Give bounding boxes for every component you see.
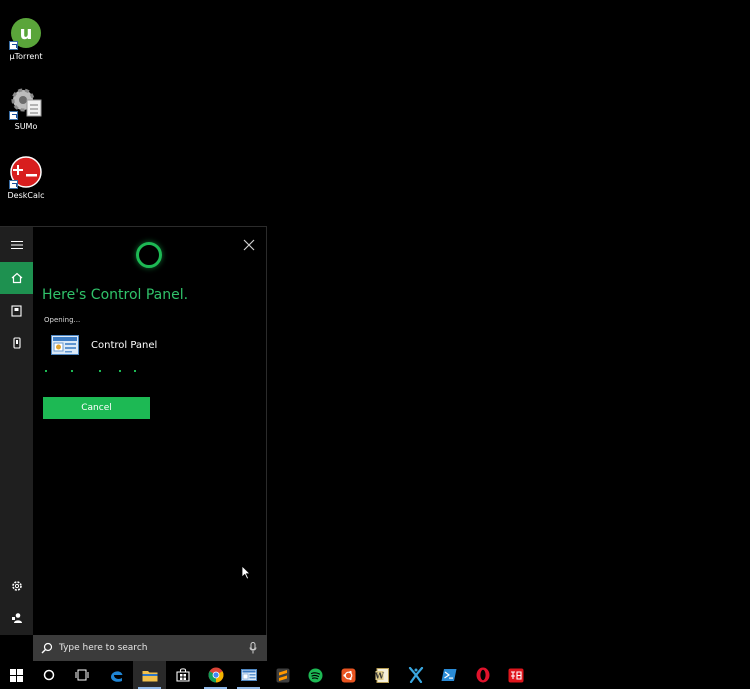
ubuntu-icon	[341, 668, 356, 682]
sumo-icon	[9, 86, 43, 120]
progress-dots	[45, 370, 155, 373]
control-panel-icon	[51, 335, 79, 355]
feedback-icon	[11, 613, 22, 623]
youdao-icon	[508, 668, 523, 682]
home-icon	[11, 272, 22, 284]
cortana-button[interactable]	[32, 661, 65, 689]
search-icon	[41, 642, 53, 654]
desktop-icon-label: SUMo	[14, 122, 38, 131]
edge-icon	[111, 670, 123, 682]
sublime-text-icon	[276, 668, 289, 682]
search-box[interactable]: Type here to search	[33, 635, 267, 661]
youdao-button[interactable]	[499, 661, 532, 689]
close-button[interactable]	[241, 237, 257, 253]
cortana-icon	[43, 669, 54, 681]
task-view-button[interactable]	[65, 661, 98, 689]
notebook-icon	[11, 305, 22, 317]
opera-button[interactable]	[466, 661, 499, 689]
deskcalc-icon	[9, 155, 43, 189]
taskbar: W	[0, 661, 750, 689]
edge-button[interactable]	[100, 661, 133, 689]
devices-button[interactable]	[0, 327, 33, 359]
devices-icon	[12, 337, 21, 349]
store-icon	[175, 668, 190, 682]
control-panel-icon	[240, 669, 257, 681]
home-button[interactable]	[0, 262, 33, 294]
spotify-icon	[308, 668, 323, 682]
desktop-icon-sumo[interactable]: SUMo	[0, 86, 52, 131]
desktop-icon-label: μTorrent	[9, 52, 43, 61]
microphone-icon[interactable]	[249, 642, 257, 654]
file-explorer-button[interactable]	[133, 661, 166, 689]
cancel-button[interactable]: Cancel	[43, 397, 150, 419]
app-x-button[interactable]	[399, 661, 432, 689]
powershell-button[interactable]	[432, 661, 465, 689]
cortana-ring-icon	[136, 242, 162, 268]
result-control-panel[interactable]: Control Panel	[51, 335, 157, 355]
result-label: Control Panel	[91, 339, 158, 351]
start-icon	[10, 668, 23, 682]
opera-icon	[476, 667, 489, 683]
hamburger-icon	[10, 241, 23, 249]
word-button[interactable]: W	[365, 661, 398, 689]
sublime-text-button[interactable]	[266, 661, 299, 689]
cortana-headline: Here's Control Panel.	[42, 287, 189, 303]
mouse-cursor-icon	[241, 565, 251, 580]
svg-text:W: W	[375, 670, 385, 680]
cortana-panel: Here's Control Panel. Opening... Control…	[0, 226, 267, 635]
word-icon: W	[375, 667, 389, 683]
cortana-content: Here's Control Panel. Opening... Control…	[33, 227, 266, 635]
status-text: Opening...	[44, 316, 81, 324]
file-explorer-icon	[142, 670, 157, 681]
cortana-rail	[0, 227, 33, 635]
chrome-button[interactable]	[199, 661, 232, 689]
chrome-icon	[208, 667, 223, 683]
spotify-button[interactable]	[299, 661, 332, 689]
settings-button[interactable]	[0, 570, 33, 602]
hamburger-button[interactable]	[0, 229, 33, 261]
start-button[interactable]	[0, 661, 33, 689]
task-view-icon	[75, 669, 88, 681]
utorrent-icon: u	[9, 16, 43, 50]
search-placeholder: Type here to search	[59, 643, 148, 653]
desktop-icon-deskcalc[interactable]: DeskCalc	[0, 155, 52, 200]
svg-text:u: u	[20, 23, 33, 44]
control-panel-taskbar-button[interactable]	[232, 661, 265, 689]
app-x-icon	[408, 667, 423, 683]
desktop-icon-label: DeskCalc	[7, 191, 45, 200]
desktop-icon-utorrent[interactable]: u μTorrent	[0, 16, 52, 61]
settings-icon	[11, 581, 22, 591]
store-button[interactable]	[166, 661, 199, 689]
powershell-icon	[441, 669, 456, 681]
feedback-button[interactable]	[0, 602, 33, 634]
close-icon	[243, 239, 255, 251]
ubuntu-button[interactable]	[332, 661, 365, 689]
notebook-button[interactable]	[0, 295, 33, 327]
